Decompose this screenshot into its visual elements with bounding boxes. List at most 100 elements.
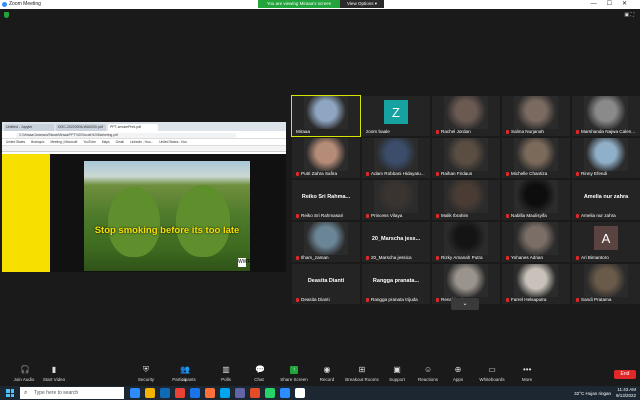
participant-tile[interactable]: Reiko Sri Rahma... Reiko Sri Rahmasari bbox=[292, 180, 360, 220]
browser-tab-active[interactable]: PPT-smokePrint.pdf bbox=[108, 124, 158, 131]
browser-tab-strip: Untitled - Jupyter DOC-20220906-WA0000.p… bbox=[2, 122, 286, 131]
more-button[interactable]: ••• More bbox=[505, 364, 549, 383]
bookmark[interactable]: Brainquiz bbox=[31, 139, 44, 145]
participant-tile[interactable]: Malik Ibrahim bbox=[432, 180, 500, 220]
windows-taskbar: ⌕ Type here to search 32°C Hujan ringan … bbox=[0, 386, 640, 400]
participant-tile[interactable]: 20_Marscha jess... 20_Marscha jessica bbox=[362, 222, 430, 262]
bookmark[interactable]: Meeting | Microsoft bbox=[50, 139, 77, 145]
muted-mic-icon bbox=[366, 213, 369, 218]
taskbar-app-icon[interactable] bbox=[130, 388, 140, 398]
taskbar-app-icon[interactable] bbox=[205, 388, 215, 398]
participant-tile[interactable]: Raihan Firdaus bbox=[432, 138, 500, 178]
participant-tile[interactable]: Rinny Efendi bbox=[572, 138, 640, 178]
participant-tile[interactable]: Amelia nur zahra Amelia nur zahra bbox=[572, 180, 640, 220]
participant-tile[interactable]: Princess Vilaya bbox=[362, 180, 430, 220]
participant-tile[interactable]: Ilham_zaman bbox=[292, 222, 360, 262]
taskbar-app-icon[interactable] bbox=[190, 388, 200, 398]
address-bar[interactable]: C:/Miraaa/Jaramasi/Siswa/Miraaa/PPT%20So… bbox=[16, 132, 236, 138]
view-controls[interactable]: ▣ ⛶ bbox=[624, 12, 634, 18]
participant-video bbox=[444, 138, 488, 171]
participant-tile[interactable]: Nabilla Maulisyifa bbox=[502, 180, 570, 220]
bookmark[interactable]: Linkedin - Hoo... bbox=[130, 139, 153, 145]
participant-name-label: Ilham_zaman bbox=[296, 255, 329, 260]
participant-name: zoom baale bbox=[366, 129, 390, 134]
maximize-button[interactable]: ☐ bbox=[607, 1, 622, 7]
taskbar-app-icon[interactable] bbox=[280, 388, 290, 398]
participant-tile[interactable]: Salma Nurjanah bbox=[502, 96, 570, 136]
view-options-button[interactable]: View Options ▾ bbox=[340, 0, 384, 8]
participant-name-label: Rizky Amanah Putra bbox=[436, 255, 483, 260]
participant-gallery: Miraaa Zzoom baale Rachel Jordan Salma Nurj… bbox=[291, 95, 640, 304]
taskbar-app-icon[interactable] bbox=[175, 388, 185, 398]
participant-video bbox=[514, 180, 558, 213]
clock[interactable]: 11:43 AM 9/13/2022 bbox=[616, 387, 636, 399]
gallery-next-page-button[interactable]: ⌄ bbox=[451, 298, 479, 310]
muted-mic-icon bbox=[576, 129, 579, 134]
browser-tab[interactable]: Untitled - Jupyter bbox=[4, 124, 54, 131]
participant-tile[interactable]: Putri Zahra Safira bbox=[292, 138, 360, 178]
participant-tile[interactable]: Sandi Pratama bbox=[572, 264, 640, 304]
bookmark[interactable]: United States - Hoo bbox=[159, 139, 187, 145]
participant-name-label: Reiko Sri Rahmasari bbox=[296, 213, 343, 218]
participant-tile[interactable]: Deasita Dianti Deasita Dianti bbox=[292, 264, 360, 304]
participant-tile[interactable]: Marshanda Najwa Calen... bbox=[572, 96, 640, 136]
participant-tile[interactable]: Rangga pranata... Rangga pranata trijuda bbox=[362, 264, 430, 304]
participant-tile[interactable]: Rizky Amanah Putra bbox=[432, 222, 500, 262]
bookmark[interactable]: Maps bbox=[102, 139, 110, 145]
participant-name-label: Farrel Helsaputra bbox=[506, 297, 547, 302]
taskbar-app-icon[interactable] bbox=[295, 388, 305, 398]
toolbar-label: Record bbox=[319, 377, 335, 382]
participant-name: Putri Zahra Safira bbox=[301, 171, 337, 176]
taskbar-app-icon[interactable] bbox=[220, 388, 230, 398]
taskbar-app-icon[interactable] bbox=[235, 388, 245, 398]
window-title: Zoom Meeting bbox=[9, 1, 41, 7]
participant-tile[interactable]: Adam Robbani Hidayatu... bbox=[362, 138, 430, 178]
participant-name-label: Raihan Firdaus bbox=[436, 171, 472, 176]
participant-tile[interactable]: Michelle Chantiza bbox=[502, 138, 570, 178]
bookmark[interactable]: YouTube bbox=[83, 139, 96, 145]
participant-tile[interactable]: Yohanes Adrian bbox=[502, 222, 570, 262]
participant-display-name: Reiko Sri Rahma... bbox=[301, 194, 351, 200]
toolbar-label: Whiteboards bbox=[479, 377, 505, 382]
end-meeting-button[interactable]: End bbox=[614, 370, 636, 379]
windows-start-icon[interactable] bbox=[6, 389, 14, 397]
participant-name: Amelia nur zahra bbox=[581, 213, 616, 218]
participant-video bbox=[584, 96, 628, 129]
participant-avatar: A bbox=[594, 226, 618, 250]
bookmark[interactable]: Gmail bbox=[116, 139, 124, 145]
muted-mic-icon bbox=[576, 297, 579, 302]
participant-name-label: Malik Ibrahim bbox=[436, 213, 468, 218]
weather-widget[interactable]: 32°C Hujan ringan bbox=[574, 391, 611, 396]
start-video-button[interactable]: ▮ Start Video bbox=[32, 364, 76, 383]
toolbar-label: Start Video bbox=[42, 377, 66, 382]
participant-display-name: Rangga pranata... bbox=[372, 278, 420, 284]
taskbar-search-box[interactable]: ⌕ Type here to search bbox=[20, 387, 124, 399]
shield-icon: ⛨ bbox=[143, 365, 149, 374]
participant-name-label: Deasita Dianti bbox=[296, 297, 330, 302]
chat-icon: 💬 bbox=[255, 365, 265, 374]
bookmark[interactable]: United States bbox=[6, 139, 25, 145]
encryption-shield-icon[interactable] bbox=[4, 12, 9, 18]
participant-name-label: Michelle Chantiza bbox=[506, 171, 547, 176]
taskbar-app-icon[interactable] bbox=[265, 388, 275, 398]
slide-image: Stop smoking before its too late WWF bbox=[84, 161, 250, 271]
participant-tile[interactable]: Rachel Jordan bbox=[432, 96, 500, 136]
close-button[interactable]: ✕ bbox=[622, 1, 637, 7]
participant-name: Farrel Helsaputra bbox=[511, 297, 547, 302]
participant-video bbox=[514, 264, 558, 297]
taskbar-app-icon[interactable] bbox=[145, 388, 155, 398]
participant-tile[interactable]: A Ari Bimantoro bbox=[572, 222, 640, 262]
participant-name: Adam Robbani Hidayatu... bbox=[371, 171, 425, 176]
participant-name: Salma Nurjanah bbox=[511, 129, 544, 134]
toolbar-label: Breakout Rooms bbox=[345, 377, 379, 382]
taskbar-app-icon[interactable] bbox=[250, 388, 260, 398]
minimize-button[interactable]: — bbox=[591, 1, 607, 7]
participant-tile[interactable]: Farrel Helsaputra bbox=[502, 264, 570, 304]
participants-button[interactable]: 👥 24 Participants bbox=[162, 364, 206, 383]
participant-tile[interactable]: Miraaa bbox=[291, 95, 361, 137]
zoom-logo-icon bbox=[2, 2, 7, 7]
taskbar-app-icon[interactable] bbox=[160, 388, 170, 398]
muted-mic-icon bbox=[506, 255, 509, 260]
participant-tile[interactable]: Zzoom baale bbox=[362, 96, 430, 136]
browser-tab[interactable]: DOC-20220906-WA0000.pdf bbox=[56, 124, 106, 131]
